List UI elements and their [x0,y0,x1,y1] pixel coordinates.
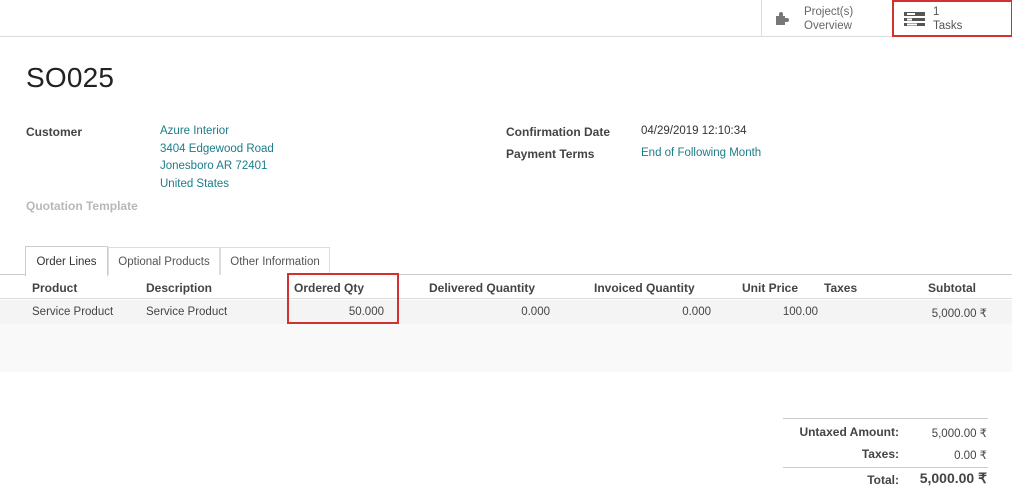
col-delivered-quantity[interactable]: Delivered Quantity [429,281,535,295]
confirmation-date-value: 04/29/2019 12:10:34 [641,125,747,137]
customer-country[interactable]: United States [160,178,229,190]
cell-product: Service Product [32,306,114,318]
cell-description: Service Product [146,306,228,318]
customer-label: Customer [26,125,83,139]
taxes-value: 0.00 ₹ [954,450,987,462]
table-row[interactable]: Service Product Service Product 50.000 0… [0,300,1012,324]
notebook-tabs: Order Lines Optional Products Other Info… [0,245,1012,276]
col-description[interactable]: Description [146,281,212,295]
empty-row [0,324,1012,348]
col-taxes[interactable]: Taxes [824,281,857,295]
tab-order-lines[interactable]: Order Lines [25,246,108,276]
total-value: 5,000.00 ₹ [919,470,987,486]
page-title: SO025 [26,62,115,93]
col-invoiced-quantity[interactable]: Invoiced Quantity [594,281,695,295]
tasks-icon [904,10,925,28]
cell-unit-price: 100.00 [782,306,818,318]
col-subtotal[interactable]: Subtotal [900,281,976,295]
confirmation-date-label: Confirmation Date [506,125,611,139]
tasks-label: Tasks [933,19,963,32]
cell-subtotal: 5,000.00 ₹ [931,308,987,320]
untaxed-amount-value: 5,000.00 ₹ [931,428,987,440]
empty-row [0,348,1012,372]
cell-delivered-qty: 0.000 [521,306,550,318]
puzzle-icon [775,10,793,28]
cell-ordered-qty: 50.000 [348,306,384,318]
quotation-template-label: Quotation Template [26,199,138,213]
order-lines-header: Product Description Ordered Qty Delivere… [0,276,1012,299]
project-overview-button[interactable]: Project(s) Overview [761,0,893,37]
project-overview-line1: Project(s) [804,5,854,18]
payment-terms-link[interactable]: End of Following Month [641,147,761,159]
tab-other-information[interactable]: Other Information [220,247,330,275]
tasks-count: 1 [933,5,940,18]
total-label: Total: [867,473,899,487]
col-product[interactable]: Product [32,281,77,295]
smart-button-box: Project(s) Overview 1 Tasks [0,0,1012,37]
customer-street[interactable]: 3404 Edgewood Road [160,143,274,155]
taxes-label: Taxes: [861,447,899,461]
totals-divider [783,467,988,468]
customer-city[interactable]: Jonesboro AR 72401 [160,160,267,172]
tab-optional-products[interactable]: Optional Products [108,247,220,275]
totals-summary: Untaxed Amount: 5,000.00 ₹ Taxes: 0.00 ₹… [783,418,988,496]
payment-terms-label: Payment Terms [506,147,595,161]
untaxed-amount-label: Untaxed Amount: [799,425,899,439]
col-ordered-qty[interactable]: Ordered Qty [294,281,364,295]
project-overview-line2: Overview [804,19,852,32]
totals-divider [783,418,988,419]
cell-invoiced-qty: 0.000 [682,306,711,318]
tasks-button[interactable]: 1 Tasks [893,0,1012,37]
col-unit-price[interactable]: Unit Price [742,281,798,295]
customer-name-link[interactable]: Azure Interior [160,125,229,137]
